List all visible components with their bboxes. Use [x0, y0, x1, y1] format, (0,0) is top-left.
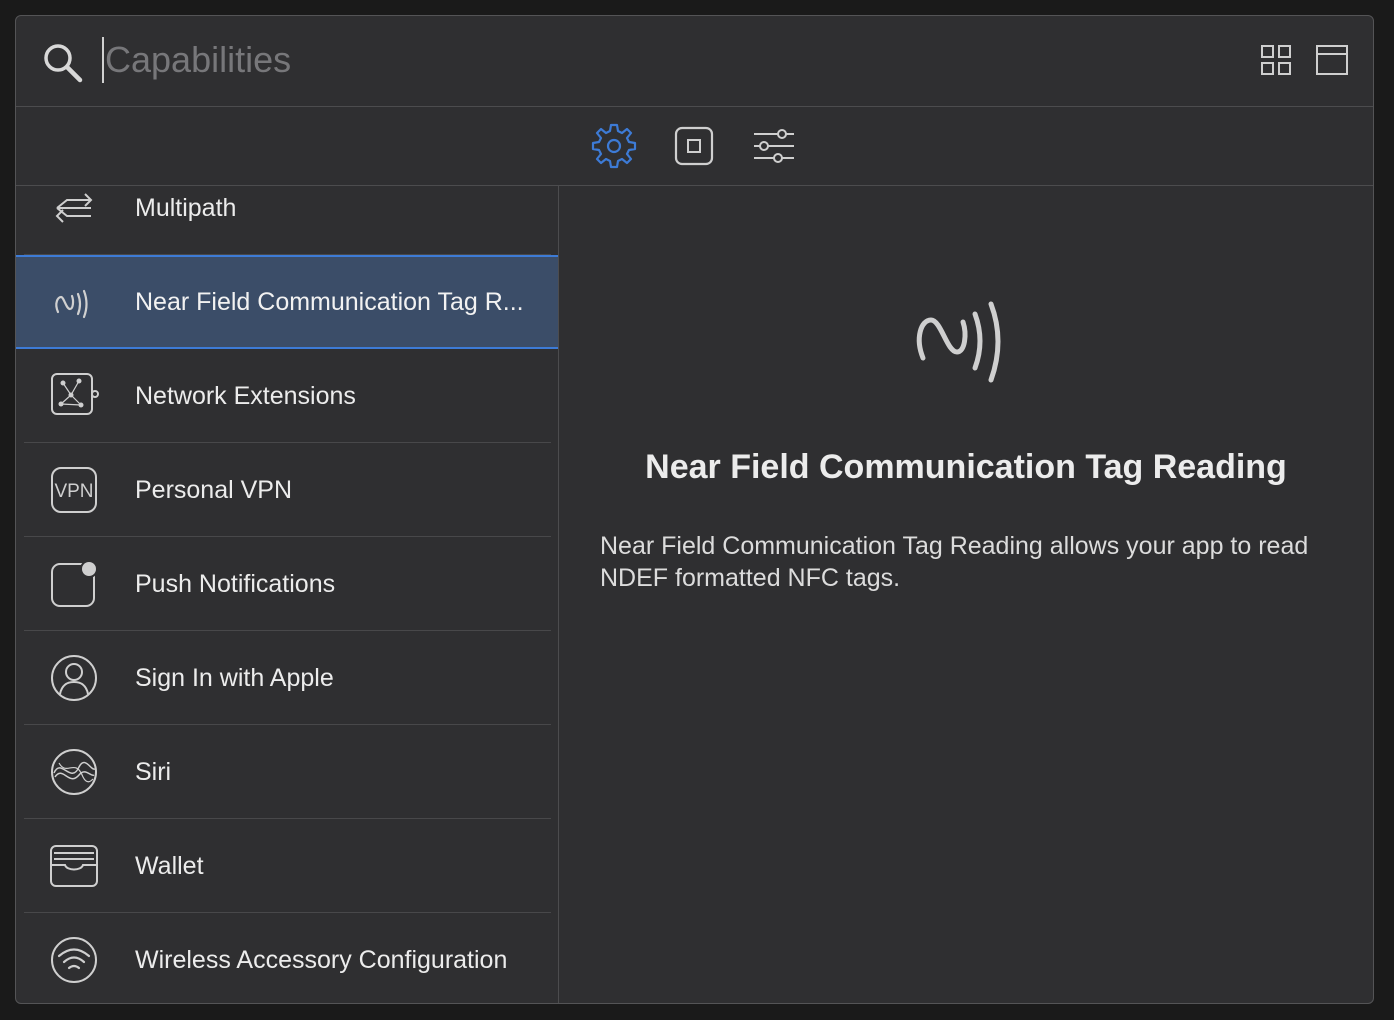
tab-capabilities[interactable]	[588, 121, 640, 171]
capabilities-list[interactable]: Multipath Near Field Communication Tag R…	[16, 186, 559, 1003]
network-extensions-icon	[51, 373, 99, 415]
search-bar	[16, 16, 1373, 107]
svg-text:VPN: VPN	[54, 481, 93, 502]
vpn-icon: VPN	[51, 467, 97, 513]
list-item-label: Wireless Accessory Configuration	[135, 946, 508, 974]
list-item-label: Push Notifications	[135, 570, 336, 598]
capabilities-library-window: Multipath Near Field Communication Tag R…	[15, 15, 1374, 1004]
list-item-multipath[interactable]: Multipath	[16, 186, 558, 255]
nfc-icon	[916, 301, 1001, 383]
gear-icon	[591, 123, 637, 169]
list-item-wireless-accessory-configuration[interactable]: Wireless Accessory Configuration	[16, 913, 558, 1003]
detail-title: Near Field Communication Tag Reading	[645, 448, 1287, 486]
grid-view-icon[interactable]	[1261, 45, 1291, 75]
nfc-icon	[55, 289, 88, 319]
list-item-label: Wallet	[135, 852, 204, 880]
library-tab-bar	[16, 107, 1373, 186]
list-item-network-extensions[interactable]: Network Extensions	[16, 349, 558, 443]
sliders-icon	[754, 129, 794, 163]
list-item-wallet[interactable]: Wallet	[16, 819, 558, 913]
list-item-label: Personal VPN	[135, 476, 293, 504]
list-item-sign-in-with-apple[interactable]: Sign In with Apple	[16, 631, 558, 725]
list-item-label: Near Field Communication Tag R...	[135, 288, 524, 316]
search-icon	[44, 44, 83, 83]
capability-detail-pane: Near Field Communication Tag Reading Nea…	[559, 186, 1373, 1003]
search-input[interactable]	[102, 36, 1005, 84]
tab-objects[interactable]	[668, 121, 720, 171]
list-item-personal-vpn[interactable]: VPN Personal VPN	[16, 443, 558, 537]
person-icon	[51, 655, 97, 701]
multipath-arrows-icon	[55, 193, 93, 223]
list-item-push-notifications[interactable]: Push Notifications	[16, 537, 558, 631]
square-object-icon	[674, 126, 714, 166]
tab-attributes[interactable]	[748, 121, 800, 171]
detail-description: Near Field Communication Tag Reading all…	[600, 532, 1309, 592]
list-item-siri[interactable]: Siri	[16, 725, 558, 819]
list-item-label: Siri	[135, 758, 172, 786]
list-item-label: Network Extensions	[135, 382, 356, 410]
wireless-icon	[51, 937, 97, 983]
siri-icon	[51, 749, 97, 795]
push-notifications-icon	[51, 560, 98, 607]
list-item-nfc-tag-reading[interactable]: Near Field Communication Tag R...	[16, 255, 558, 349]
single-view-icon[interactable]	[1316, 44, 1348, 76]
list-item-label: Multipath	[135, 194, 237, 222]
list-item-label: Sign In with Apple	[135, 664, 334, 692]
wallet-icon	[50, 845, 98, 887]
